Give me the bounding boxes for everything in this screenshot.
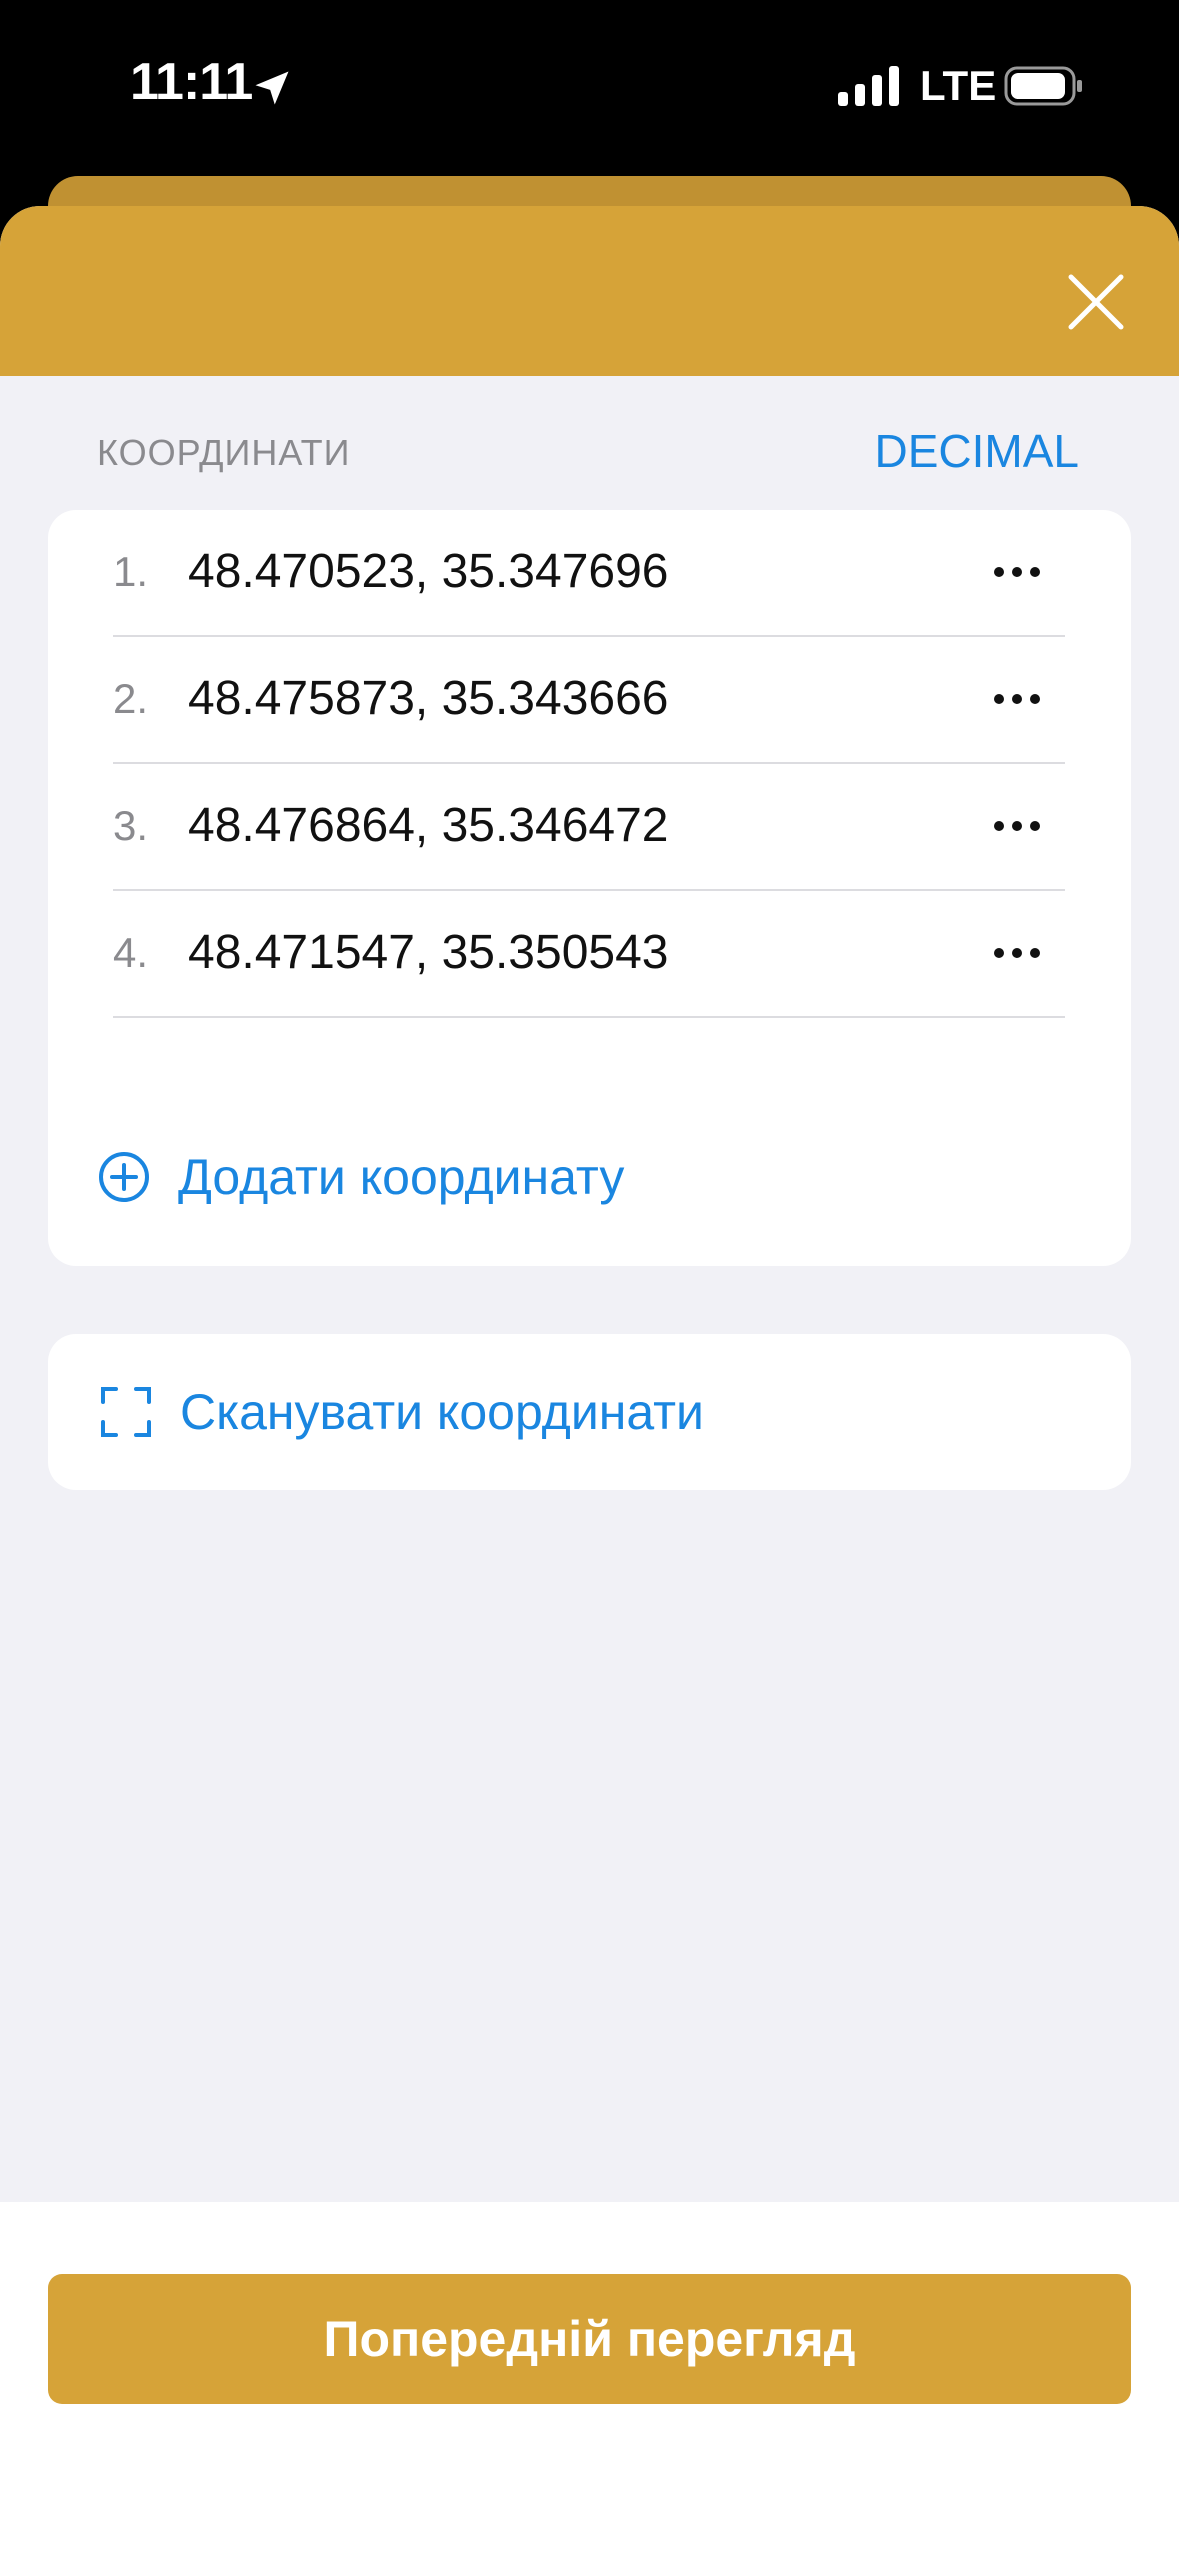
location-arrow-icon [255, 71, 289, 105]
status-bar: 11:11 LTE [0, 0, 1179, 175]
more-options-button[interactable] [987, 554, 1047, 590]
plus-circle-icon [99, 1152, 149, 1202]
more-options-button[interactable] [987, 935, 1047, 971]
close-button[interactable] [1056, 262, 1136, 342]
add-coordinate-button[interactable]: Додати координату [98, 1132, 624, 1222]
coordinate-value: 48.475873, 35.343666 [188, 672, 669, 725]
more-icon [994, 821, 1040, 831]
coordinate-value: 48.476864, 35.346472 [188, 799, 669, 852]
coordinate-value: 48.471547, 35.350543 [188, 926, 669, 979]
coordinate-index: 3. [113, 802, 149, 849]
scan-coordinates-label: Сканувати координати [180, 1384, 704, 1440]
more-options-button[interactable] [987, 681, 1047, 717]
more-icon [994, 567, 1040, 577]
coordinate-row[interactable]: 1. 48.470523, 35.347696 [113, 510, 1065, 637]
status-time: 11:11 [130, 53, 253, 111]
more-options-button[interactable] [987, 808, 1047, 844]
sheet-header [0, 206, 1179, 376]
scan-coordinates-button[interactable]: Сканувати координати [48, 1334, 1131, 1490]
more-icon [994, 948, 1040, 958]
section-label: КООРДИНАТИ [97, 432, 351, 473]
coordinate-index: 2. [113, 675, 149, 722]
format-toggle-button[interactable]: DECIMAL [875, 424, 1079, 478]
close-icon [1068, 274, 1124, 330]
preview-button[interactable]: Попередній перегляд [48, 2274, 1131, 2404]
scan-icon [101, 1387, 151, 1437]
coordinates-list-card: 1. 48.470523, 35.347696 2. 48.475873, 35… [48, 510, 1131, 1266]
signal-icon [838, 66, 899, 106]
battery-icon [1004, 66, 1082, 106]
coordinate-row[interactable]: 4. 48.471547, 35.350543 [113, 891, 1065, 1018]
more-icon [994, 694, 1040, 704]
bottom-bar: Попередній перегляд [0, 2202, 1179, 2556]
coordinate-index: 1. [113, 548, 149, 595]
coordinate-value: 48.470523, 35.347696 [188, 545, 669, 598]
network-label: LTE [920, 62, 997, 109]
coordinate-index: 4. [113, 929, 149, 976]
coordinate-row[interactable]: 3. 48.476864, 35.346472 [113, 764, 1065, 891]
add-coordinate-label: Додати координату [178, 1149, 625, 1205]
coordinate-row[interactable]: 2. 48.475873, 35.343666 [113, 637, 1065, 764]
